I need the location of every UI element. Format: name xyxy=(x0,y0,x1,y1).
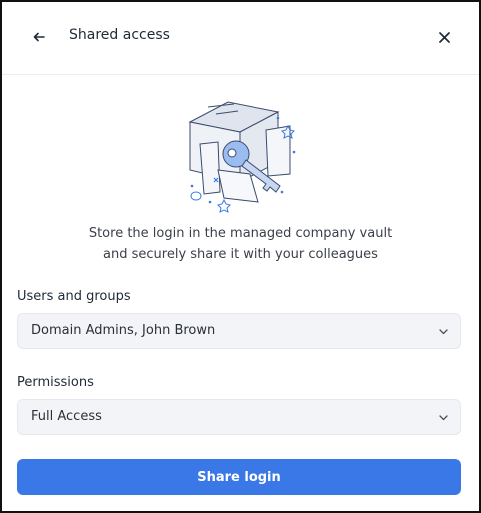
arrow-left-icon xyxy=(33,32,45,42)
chevron-down-icon xyxy=(439,329,448,335)
permissions-select[interactable]: Full Access xyxy=(17,399,461,435)
back-button[interactable] xyxy=(24,24,54,50)
share-login-label: Share login xyxy=(197,469,281,485)
dialog-header: Shared access xyxy=(2,2,479,75)
description-line-1: Store the login in the managed company v… xyxy=(88,226,393,241)
share-login-button[interactable]: Share login xyxy=(17,459,461,495)
users-groups-value: Domain Admins, John Brown xyxy=(31,323,216,338)
description: Store the login in the managed company v… xyxy=(2,223,479,265)
users-groups-label: Users and groups xyxy=(17,289,131,304)
permissions-value: Full Access xyxy=(31,409,102,424)
dialog-title: Shared access xyxy=(69,27,170,43)
description-line-2: and securely share it with your colleagu… xyxy=(103,247,378,262)
permissions-label: Permissions xyxy=(17,375,94,390)
close-button[interactable] xyxy=(429,23,459,51)
chevron-down-icon xyxy=(439,415,448,421)
vault-key-illustration xyxy=(188,101,296,213)
users-groups-select[interactable]: Domain Admins, John Brown xyxy=(17,313,461,349)
close-icon xyxy=(438,31,450,43)
shared-access-dialog: Shared access Store the login in the man… xyxy=(0,0,481,513)
